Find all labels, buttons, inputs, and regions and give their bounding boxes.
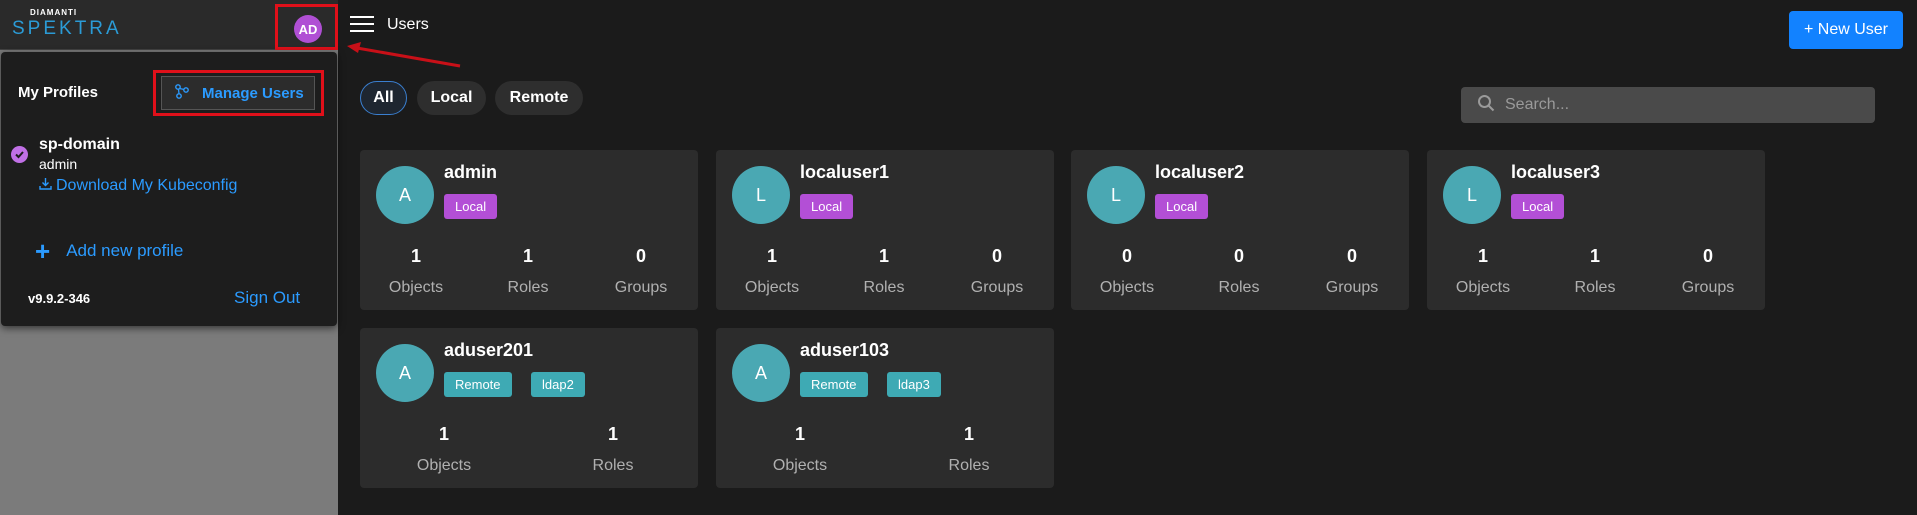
- download-kubeconfig-label: Download My Kubeconfig: [56, 177, 238, 194]
- filter-all[interactable]: All: [360, 81, 407, 115]
- search-placeholder: Search...: [1505, 96, 1570, 113]
- search-input[interactable]: Search...: [1461, 87, 1875, 123]
- objects-stat: 1 Objects: [416, 424, 472, 474]
- objects-stat: 1 Objects: [1455, 246, 1511, 296]
- roles-stat: 0 Roles: [1218, 246, 1260, 296]
- page-title: Users: [387, 16, 429, 33]
- user-name: localuser3: [1511, 162, 1601, 182]
- groups-stat: 0 Groups: [614, 246, 668, 296]
- objects-stat: 0 Objects: [1099, 246, 1155, 296]
- ldap-domain-tag: ldap2: [531, 372, 585, 397]
- user-card-localuser3[interactable]: L localuser3 Local 1 Objects 1 Roles 0 Grou…: [1427, 150, 1765, 310]
- brand-small-logo: DIAMANTI: [30, 8, 78, 17]
- roles-stat: 1 Roles: [863, 246, 905, 296]
- user-avatar: L: [1443, 166, 1501, 224]
- download-kubeconfig-link[interactable]: Download My Kubeconfig: [39, 177, 237, 195]
- user-type-tag: Local: [1511, 194, 1565, 219]
- user-type-tag: Remote: [444, 372, 512, 397]
- profile-menu: My Profiles Manage Users sp-domain admin…: [1, 52, 337, 326]
- user-avatar: L: [732, 166, 790, 224]
- user-name: admin: [444, 162, 498, 182]
- manage-users-highlight: Manage Users: [153, 70, 324, 116]
- user-type-tag: Local: [1155, 194, 1209, 219]
- user-type-tag: Local: [444, 194, 498, 219]
- user-name: localuser1: [800, 162, 890, 182]
- user-name: localuser2: [1155, 162, 1245, 182]
- user-avatar: A: [732, 344, 790, 402]
- user-type-tag: Local: [800, 194, 854, 219]
- manage-users-button[interactable]: Manage Users: [161, 76, 315, 110]
- user-avatar: L: [1087, 166, 1145, 224]
- add-profile-button[interactable]: + Add new profile: [35, 235, 184, 266]
- search-icon: [1477, 94, 1495, 117]
- user-card-localuser2[interactable]: L localuser2 Local 0 Objects 0 Roles 0 Grou…: [1071, 150, 1409, 310]
- groups-stat: 0 Groups: [1681, 246, 1735, 296]
- groups-stat: 0 Groups: [970, 246, 1024, 296]
- profile-domain[interactable]: sp-domain: [39, 136, 120, 154]
- plus-icon: +: [35, 235, 51, 266]
- manage-users-label: Manage Users: [202, 84, 304, 102]
- user-avatar: A: [376, 166, 434, 224]
- filter-local[interactable]: Local: [417, 81, 486, 115]
- groups-stat: 0 Groups: [1325, 246, 1379, 296]
- roles-stat: 1 Roles: [948, 424, 990, 474]
- logo-bar: DIAMANTI SPEKTRA AD: [0, 0, 338, 50]
- version-label: v9.9.2-346: [28, 291, 91, 306]
- user-card-aduser103[interactable]: A aduser103 Remote ldap3 1 Objects 1 Roles: [716, 328, 1054, 488]
- users-network-icon: [174, 83, 190, 103]
- roles-stat: 1 Roles: [1574, 246, 1616, 296]
- add-profile-label: Add new profile: [66, 241, 184, 260]
- user-name: aduser201: [444, 340, 534, 360]
- download-icon: [39, 177, 52, 195]
- new-user-button[interactable]: + New User: [1789, 11, 1903, 49]
- menu-icon[interactable]: [350, 16, 374, 34]
- ldap-domain-tag: ldap3: [887, 372, 941, 397]
- objects-stat: 1 Objects: [388, 246, 444, 296]
- objects-stat: 1 Objects: [744, 246, 800, 296]
- user-name: aduser103: [800, 340, 890, 360]
- user-type-tag: Remote: [800, 372, 868, 397]
- annotation-arrow: [347, 42, 461, 68]
- profile-menu-title: My Profiles: [18, 84, 99, 101]
- user-card-localuser1[interactable]: L localuser1 Local 1 Objects 1 Roles 0 Grou…: [716, 150, 1054, 310]
- sign-out-link[interactable]: Sign Out: [234, 288, 300, 308]
- user-avatar: A: [376, 344, 434, 402]
- brand-logo: SPEKTRA: [12, 18, 122, 39]
- roles-stat: 1 Roles: [592, 424, 634, 474]
- account-avatar[interactable]: AD: [294, 15, 322, 43]
- profile-user: admin: [39, 156, 78, 172]
- account-avatar-highlight: AD: [275, 4, 338, 50]
- user-card-aduser201[interactable]: A aduser201 Remote ldap2 1 Objects 1 Roles: [360, 328, 698, 488]
- objects-stat: 1 Objects: [772, 424, 828, 474]
- roles-stat: 1 Roles: [507, 246, 549, 296]
- filter-remote[interactable]: Remote: [495, 81, 583, 115]
- user-card-admin[interactable]: A admin Local 1 Objects 1 Roles 0 Groups: [360, 150, 698, 310]
- active-profile-check-icon: [11, 146, 28, 163]
